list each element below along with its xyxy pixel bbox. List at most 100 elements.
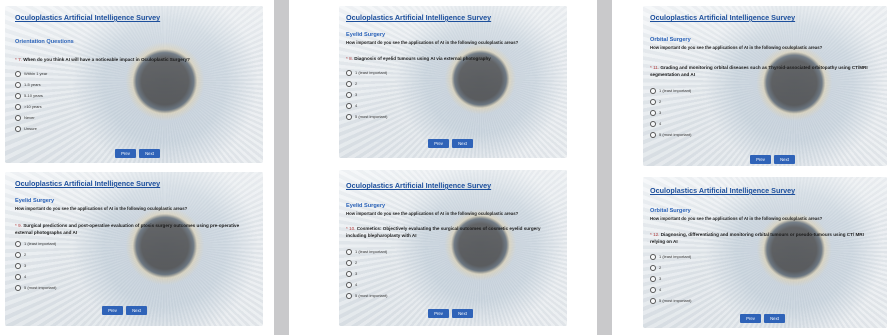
option-within-1-year[interactable]: Within 1 year (15, 68, 47, 79)
option-2[interactable]: 2 (346, 257, 387, 268)
option-2[interactable]: 2 (346, 78, 387, 89)
option-4[interactable]: 4 (346, 100, 387, 111)
option-2[interactable]: 2 (15, 249, 56, 260)
section-heading: Orbital Surgery (650, 37, 691, 43)
radio-button[interactable] (15, 240, 21, 247)
radio-button[interactable] (650, 275, 656, 282)
section-subheading: How important do you see the application… (650, 216, 823, 221)
next-button[interactable]: Next (764, 314, 785, 323)
option-1[interactable]: 1 (least important) (346, 67, 387, 78)
option-5-10-years[interactable]: 5-10 years (15, 90, 47, 101)
question-text: * 12. Diagnosing, differentiating and mo… (650, 232, 880, 245)
survey-title: Oculoplastics Artificial Intelligence Su… (15, 13, 161, 22)
option-5[interactable]: 5 (most important) (650, 129, 691, 140)
option-3[interactable]: 3 (15, 260, 56, 271)
prev-button[interactable]: Prev (428, 309, 449, 318)
option-1[interactable]: 1 (least important) (346, 246, 387, 257)
next-button[interactable]: Next (452, 139, 473, 148)
radio-button[interactable] (15, 81, 21, 88)
next-button[interactable]: Next (452, 309, 473, 318)
question-text: * 7. When do you think AI will have a no… (15, 57, 250, 64)
question-number: * 9. (15, 223, 22, 228)
option-2[interactable]: 2 (650, 262, 691, 273)
survey-panel: Oculoplastics Artificial Intelligence Su… (339, 170, 567, 326)
section-heading: Orbital Surgery (650, 208, 691, 214)
prev-button[interactable]: Prev (102, 306, 123, 315)
radio-button[interactable] (650, 109, 656, 116)
option-4[interactable]: 4 (650, 284, 691, 295)
option-3[interactable]: 3 (650, 273, 691, 284)
next-button[interactable]: Next (139, 149, 160, 158)
nav-buttons: Prev Next (428, 309, 473, 318)
radio-button[interactable] (15, 262, 21, 269)
option-3[interactable]: 3 (346, 89, 387, 100)
question-label: When do you think AI will have a noticea… (23, 57, 190, 62)
question-text: * 10. Cosmetics: Objectively evaluating … (346, 226, 561, 239)
nav-buttons: Prev Next (428, 139, 473, 148)
radio-button[interactable] (346, 80, 352, 87)
next-button[interactable]: Next (774, 155, 795, 164)
survey-title: Oculoplastics Artificial Intelligence Su… (346, 181, 492, 190)
option-3[interactable]: 3 (346, 268, 387, 279)
radio-button[interactable] (346, 270, 352, 277)
radio-button[interactable] (346, 113, 352, 120)
question-number: * 11. (650, 65, 660, 70)
radio-button[interactable] (15, 284, 21, 291)
radio-button[interactable] (346, 259, 352, 266)
section-subheading: How important do you see the application… (15, 206, 188, 211)
radio-button[interactable] (346, 281, 352, 288)
radio-button[interactable] (650, 120, 656, 127)
option-4[interactable]: 4 (346, 279, 387, 290)
survey-title: Oculoplastics Artificial Intelligence Su… (650, 13, 796, 22)
radio-button[interactable] (15, 103, 21, 110)
radio-button[interactable] (346, 292, 352, 299)
option-4[interactable]: 4 (650, 118, 691, 129)
option-list: 1 (least important) 2 3 4 5 (most import… (15, 238, 56, 293)
radio-button[interactable] (650, 87, 656, 94)
radio-button[interactable] (15, 273, 21, 280)
radio-button[interactable] (346, 102, 352, 109)
option-unsure[interactable]: Unsure (15, 123, 47, 134)
survey-panel: Oculoplastics Artificial Intelligence Su… (643, 177, 887, 328)
radio-button[interactable] (15, 251, 21, 258)
radio-button[interactable] (650, 253, 656, 260)
option-1[interactable]: 1 (least important) (650, 251, 691, 262)
next-button[interactable]: Next (126, 306, 147, 315)
nav-buttons: Prev Next (102, 306, 147, 315)
prev-button[interactable]: Prev (115, 149, 136, 158)
radio-button[interactable] (346, 91, 352, 98)
radio-button[interactable] (346, 69, 352, 76)
option-5[interactable]: 5 (most important) (346, 290, 387, 301)
radio-button[interactable] (15, 70, 21, 77)
option-never[interactable]: Never (15, 112, 47, 123)
option-1[interactable]: 1 (least important) (650, 85, 691, 96)
radio-button[interactable] (650, 98, 656, 105)
option-list: 1 (least important) 2 3 4 5 (most import… (346, 67, 387, 122)
prev-button[interactable]: Prev (740, 314, 761, 323)
prev-button[interactable]: Prev (428, 139, 449, 148)
radio-button[interactable] (650, 131, 656, 138)
radio-button[interactable] (650, 286, 656, 293)
question-number: * 8. (346, 56, 353, 61)
option-3[interactable]: 3 (650, 107, 691, 118)
option-2[interactable]: 2 (650, 96, 691, 107)
radio-button[interactable] (650, 297, 656, 304)
question-number: * 12. (650, 232, 660, 237)
option-1[interactable]: 1 (least important) (15, 238, 56, 249)
radio-button[interactable] (346, 248, 352, 255)
section-heading: Eyelid Surgery (346, 203, 386, 209)
prev-button[interactable]: Prev (750, 155, 771, 164)
survey-panel: Oculoplastics Artificial Intelligence Su… (339, 6, 567, 158)
option-list: 1 (least important) 2 3 4 5 (most import… (346, 246, 387, 301)
survey-panel: Oculoplastics Artificial Intelligence Su… (5, 6, 263, 163)
option-over-10-years[interactable]: >10 years (15, 101, 47, 112)
radio-button[interactable] (650, 264, 656, 271)
radio-button[interactable] (15, 125, 21, 132)
radio-button[interactable] (15, 92, 21, 99)
option-4[interactable]: 4 (15, 271, 56, 282)
radio-button[interactable] (15, 114, 21, 121)
option-5[interactable]: 5 (most important) (650, 295, 691, 306)
option-5[interactable]: 5 (most important) (15, 282, 56, 293)
option-5[interactable]: 5 (most important) (346, 111, 387, 122)
option-1-5-years[interactable]: 1-5 years (15, 79, 47, 90)
